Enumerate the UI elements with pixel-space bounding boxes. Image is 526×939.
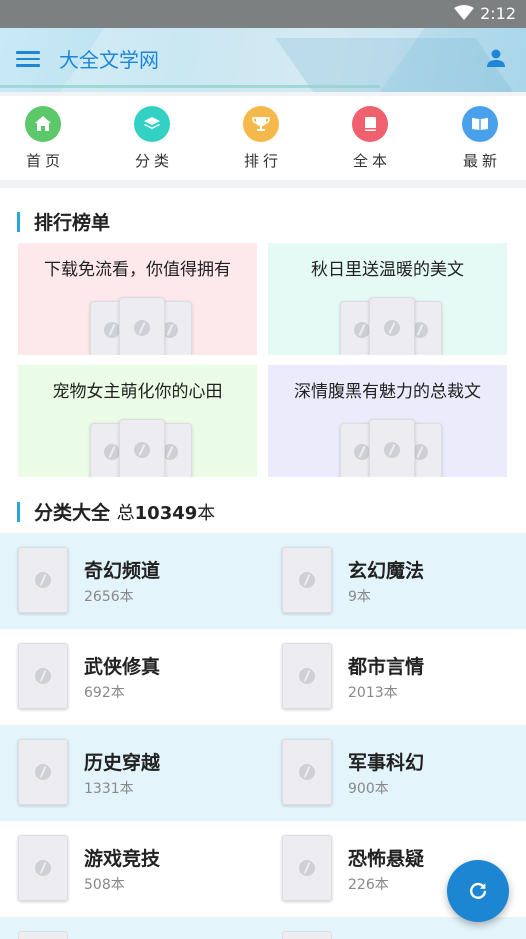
category-count: 226本	[348, 877, 389, 893]
nav-category-label: 分类	[134, 152, 173, 170]
home-icon	[25, 106, 61, 142]
book-cover	[18, 643, 68, 709]
leaf-icon	[299, 860, 315, 876]
ranking-card[interactable]: 宠物女主萌化你的心田	[18, 365, 257, 477]
refresh-icon	[470, 882, 487, 899]
trophy-icon	[243, 106, 279, 142]
leaf-icon	[35, 668, 51, 684]
book-cover	[282, 643, 332, 709]
category-count: 1331本	[84, 781, 134, 797]
book-cover	[282, 739, 332, 805]
category-count: 900本	[348, 781, 389, 797]
leaf-icon	[35, 764, 51, 780]
ranking-card-title: 深情腹黑有魅力的总裁文	[294, 382, 481, 402]
nav-complete[interactable]: 全本	[335, 106, 405, 171]
category-item[interactable]: 玄幻魔法 9本	[282, 547, 522, 615]
category-item[interactable]: 武侠修真 692本	[18, 643, 258, 711]
leaf-icon	[299, 764, 315, 780]
nav-ranking[interactable]: 排行	[226, 106, 296, 171]
ranking-heading-text: 排行榜单	[34, 212, 111, 234]
categories-total: 总10349本	[116, 503, 216, 524]
category-name: 军事科幻	[348, 752, 425, 774]
book-stack	[90, 297, 194, 355]
category-name: 恐怖悬疑	[348, 848, 425, 870]
book-stack	[90, 419, 194, 477]
categories-section: 分类大全 总10349本 奇幻频道 2656本 玄幻魔法 9本 武侠修真 692…	[0, 490, 526, 939]
wifi-icon	[454, 5, 474, 20]
book-cover	[282, 835, 332, 901]
app-bar: 大全文学网	[0, 28, 526, 92]
category-name: 奇幻频道	[84, 560, 161, 582]
open-book-icon	[462, 106, 498, 142]
ranking-heading: 排行榜单	[17, 208, 110, 235]
category-count: 9本	[348, 589, 371, 605]
ranking-card[interactable]: 下载免流看，你值得拥有	[18, 243, 257, 355]
layers-icon	[134, 106, 170, 142]
app-title: 大全文学网	[59, 48, 159, 72]
leaf-icon	[384, 320, 400, 336]
nav-category[interactable]: 分类	[117, 106, 187, 171]
category-row: 游戏竞技 508本 恐怖悬疑 226本	[0, 821, 526, 917]
leaf-icon	[299, 572, 315, 588]
categories-heading-text: 分类大全	[34, 502, 111, 524]
category-name: 游戏竞技	[84, 848, 161, 870]
ranking-card-title: 秋日里送温暖的美文	[311, 260, 464, 280]
category-row	[0, 917, 526, 939]
book-cover	[282, 547, 332, 613]
nav-home-label: 首页	[25, 152, 64, 170]
categories-heading: 分类大全 总10349本	[17, 498, 215, 525]
leaf-icon	[354, 444, 370, 460]
nav-latest[interactable]: 最新	[445, 106, 515, 171]
category-count: 508本	[84, 877, 125, 893]
leaf-icon	[104, 322, 120, 338]
category-item[interactable]: 都市言情 2013本	[282, 643, 522, 711]
leaf-icon	[104, 444, 120, 460]
nav-latest-label: 最新	[462, 152, 501, 170]
nav-ranking-label: 排行	[243, 152, 282, 170]
menu-icon[interactable]	[16, 47, 40, 71]
category-item[interactable]: 军事科幻 900本	[282, 739, 522, 807]
leaf-icon	[354, 322, 370, 338]
ranking-section: 排行榜单 下载免流看，你值得拥有 秋日里送温暖的美文 宠物女主萌化你的心田 深情…	[0, 188, 526, 490]
ranking-card-title: 宠物女主萌化你的心田	[52, 382, 223, 402]
category-row: 奇幻频道 2656本 玄幻魔法 9本	[0, 533, 526, 629]
category-name: 玄幻魔法	[348, 560, 425, 582]
category-count: 2013本	[348, 685, 398, 701]
book-cover	[282, 931, 332, 939]
category-name: 武侠修真	[84, 656, 161, 678]
category-item[interactable]: 游戏竞技 508本	[18, 835, 258, 903]
leaf-icon	[35, 860, 51, 876]
leaf-icon	[134, 320, 150, 336]
refresh-button[interactable]	[447, 860, 509, 922]
category-count: 2656本	[84, 589, 134, 605]
category-name: 历史穿越	[84, 752, 161, 774]
category-item[interactable]: 奇幻频道 2656本	[18, 547, 258, 615]
book-cover	[18, 931, 68, 939]
leaf-icon	[35, 572, 51, 588]
leaf-icon	[134, 442, 150, 458]
category-row: 武侠修真 692本 都市言情 2013本	[0, 629, 526, 725]
category-name: 都市言情	[348, 656, 425, 678]
leaf-icon	[384, 442, 400, 458]
book-cover	[18, 739, 68, 805]
top-nav: 首页 分类 排行 全本 最新	[0, 96, 526, 180]
book-cover	[18, 835, 68, 901]
category-item[interactable]: 历史穿越 1331本	[18, 739, 258, 807]
category-count: 692本	[84, 685, 125, 701]
nav-complete-label: 全本	[352, 152, 391, 170]
ranking-card-title: 下载免流看，你值得拥有	[44, 260, 231, 280]
book-stack	[340, 297, 444, 355]
user-icon[interactable]	[484, 46, 508, 70]
book-icon	[352, 106, 388, 142]
leaf-icon	[299, 668, 315, 684]
status-time: 2:12	[480, 4, 516, 23]
status-bar: 2:12	[0, 0, 526, 28]
category-row: 历史穿越 1331本 军事科幻 900本	[0, 725, 526, 821]
ranking-card[interactable]: 深情腹黑有魅力的总裁文	[268, 365, 507, 477]
book-cover	[18, 547, 68, 613]
book-stack	[340, 419, 444, 477]
ranking-card[interactable]: 秋日里送温暖的美文	[268, 243, 507, 355]
nav-home[interactable]: 首页	[8, 106, 78, 171]
